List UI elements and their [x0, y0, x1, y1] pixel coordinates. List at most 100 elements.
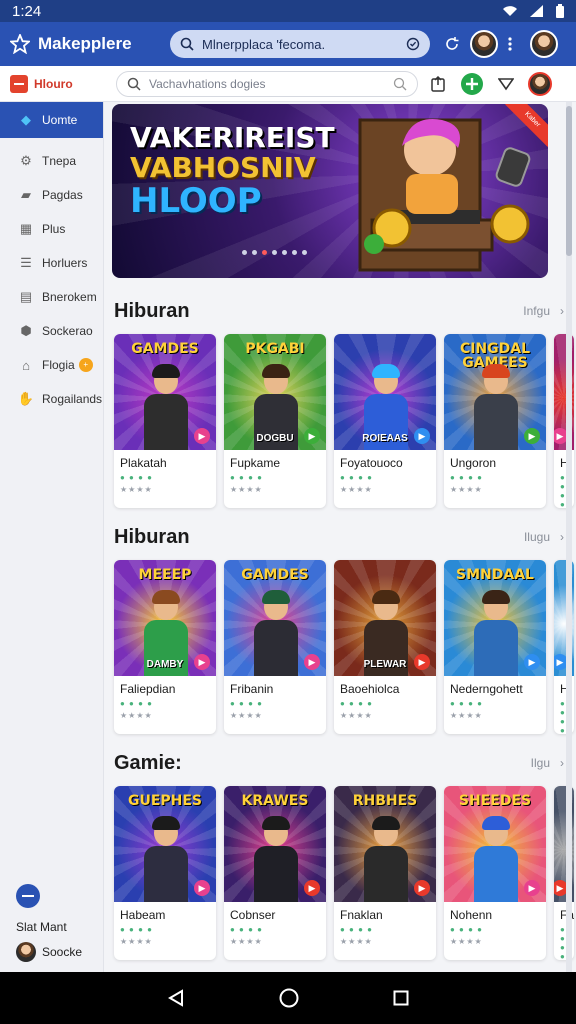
rating-stars: ★★★★: [120, 711, 153, 720]
collapse-button[interactable]: [16, 884, 40, 908]
game-thumbnail: CINGDAL GAMEES ▶: [444, 334, 546, 450]
document-icon: ▤: [19, 289, 33, 304]
sidebar-item-label: Sockerao: [42, 324, 93, 338]
character-illustration: [474, 364, 518, 450]
see-more-link[interactable]: Infgu ›: [523, 304, 564, 318]
back-icon[interactable]: [167, 989, 185, 1007]
play-badge-icon[interactable]: ▶: [414, 654, 430, 670]
sidebar-item-settings[interactable]: ⚙ Tnepa: [0, 144, 103, 178]
game-title: Baoehiolca: [340, 682, 400, 696]
hero-banner[interactable]: VAKERIREIST VABHOSNIV HLOOP Kaber: [112, 104, 548, 278]
play-badge-icon[interactable]: ▶: [524, 880, 540, 896]
rating-stars: ★★★★: [120, 937, 153, 946]
game-thumbnail: GAMDES ▶: [114, 334, 216, 450]
game-title: Foyatouoco: [340, 456, 403, 470]
game-card[interactable]: SHEEDES ▶ Nohenn ● ● ● ● ★★★★: [444, 786, 546, 960]
rating-stars: ★★★★: [120, 485, 153, 494]
game-card[interactable]: PLEWAR ▶ Baoehiolca ● ● ● ● ★★★★: [334, 560, 436, 734]
home-icon: ⌂: [22, 357, 30, 373]
thumbnail-title: GAMDES: [131, 341, 199, 357]
sidebar-item-rogailands[interactable]: ✋ Rogailands: [0, 382, 103, 416]
play-badge-icon[interactable]: ▶: [414, 880, 430, 896]
section-title: Gamie:: [114, 751, 182, 774]
see-more-link[interactable]: Ilugu ›: [524, 530, 564, 544]
sidebar-item-security[interactable]: ⬢ Sockerao: [0, 314, 103, 348]
game-title: Fupkame: [230, 456, 281, 470]
sidebar-item-label: Flogia: [42, 358, 75, 372]
sidebar-item-label: Plus: [42, 222, 66, 236]
see-more-link[interactable]: Ilgu ›: [531, 756, 564, 770]
game-card[interactable]: CINGDAL GAMEES ▶ Ungoron ● ● ● ● ★★★★: [444, 334, 546, 508]
game-thumbnail: PKGABI DOGBU ▶: [224, 334, 326, 450]
profile-avatar[interactable]: [470, 30, 498, 58]
game-card[interactable]: GAMDES ▶ Fribanin ● ● ● ● ★★★★: [224, 560, 326, 734]
play-badge-icon[interactable]: ▶: [414, 428, 430, 444]
scrollbar-thumb[interactable]: [566, 106, 572, 256]
user-avatar[interactable]: [528, 71, 552, 96]
carousel-dot[interactable]: [292, 250, 297, 255]
sidebar-item-flogia[interactable]: ⌂ Flogia +: [0, 348, 103, 382]
play-badge-icon[interactable]: ▶: [194, 428, 210, 444]
game-card[interactable]: PKGABI DOGBU ▶ Fupkame ● ● ● ● ★★★★: [224, 334, 326, 508]
more-vertical-icon[interactable]: [508, 37, 512, 51]
game-title: Nederngohett: [450, 682, 523, 696]
carousel-dot[interactable]: [272, 250, 277, 255]
refresh-icon[interactable]: [444, 36, 460, 52]
sidebar-item-home[interactable]: ◆ Uomte: [0, 102, 103, 138]
star-logo-icon: [10, 34, 30, 54]
sidebar-item-bookmarks[interactable]: ▤ Bnerokem: [0, 280, 103, 314]
brand[interactable]: Makepplere: [10, 34, 170, 54]
hero-title: VAKERIREIST VABHOSNIV HLOOP: [130, 124, 335, 219]
recents-icon[interactable]: [393, 990, 409, 1006]
content-section: Hiburan Ilugu › MEEEP DAMBY ▶ Faliepdian…: [114, 524, 574, 734]
game-card[interactable]: RHBHES ▶ Fnaklan ● ● ● ● ★★★★: [334, 786, 436, 960]
play-badge-icon[interactable]: ▶: [194, 880, 210, 896]
sidebar-user[interactable]: Soocke: [0, 942, 104, 962]
gear-icon: ⚙: [20, 153, 32, 168]
sidebar-item-folders[interactable]: ▰ Pagdas: [0, 178, 103, 212]
verified-icon[interactable]: [406, 37, 420, 51]
game-title: Ungoron: [450, 456, 497, 470]
sidebar-item-plus[interactable]: ▦ Plus: [0, 212, 103, 246]
search-input[interactable]: Vachavhations dogies: [116, 70, 418, 97]
thumbnail-title: RHBHES: [352, 793, 418, 809]
home-circle-icon[interactable]: [279, 988, 299, 1008]
carousel-dot[interactable]: [302, 250, 307, 255]
game-card[interactable]: KRAWES ▶ Cobnser ● ● ● ● ★★★★: [224, 786, 326, 960]
notification-badge: +: [78, 358, 93, 372]
carousel-dot[interactable]: [242, 250, 247, 255]
add-circle-icon[interactable]: [460, 72, 484, 96]
upload-icon[interactable]: [430, 75, 446, 92]
filter-icon[interactable]: [498, 77, 514, 91]
menu-button[interactable]: Hlouro: [10, 74, 110, 93]
carousel-dot[interactable]: [262, 250, 267, 255]
carousel-dots[interactable]: [242, 250, 307, 255]
game-card[interactable]: MEEEP DAMBY ▶ Faliepdian ● ● ● ● ★★★★: [114, 560, 216, 734]
rating-stars: ★★★★: [450, 711, 483, 720]
play-badge-icon[interactable]: ▶: [304, 428, 320, 444]
game-meta-dots: ● ● ● ●: [120, 473, 153, 482]
game-card[interactable]: GUEPHES ▶ Habeam ● ● ● ● ★★★★: [114, 786, 216, 960]
search-submit-icon[interactable]: [393, 77, 407, 91]
account-avatar[interactable]: [530, 30, 558, 58]
carousel-dot[interactable]: [252, 250, 257, 255]
play-badge-icon[interactable]: ▶: [304, 654, 320, 670]
game-thumbnail: PLEWAR ▶: [334, 560, 436, 676]
sidebar-item-hollers[interactable]: ☰ Horluers: [0, 246, 103, 280]
carousel-dot[interactable]: [282, 250, 287, 255]
character-illustration: [474, 590, 518, 676]
game-title: Cobnser: [230, 908, 276, 922]
play-badge-icon[interactable]: ▶: [524, 654, 540, 670]
game-card[interactable]: SMNDAAL ▶ Nederngohett ● ● ● ● ★★★★: [444, 560, 546, 734]
play-badge-icon[interactable]: ▶: [524, 428, 540, 444]
rating-stars: ★★★★: [340, 711, 373, 720]
character-illustration: [254, 816, 298, 902]
game-thumbnail: SHEEDES ▶: [444, 786, 546, 902]
url-bar[interactable]: Mlnerpplaca 'fecoma.: [170, 30, 430, 58]
game-card[interactable]: GAMDES ▶ Plakatah ● ● ● ● ★★★★: [114, 334, 216, 508]
play-badge-icon[interactable]: ▶: [194, 654, 210, 670]
play-badge-icon[interactable]: ▶: [304, 880, 320, 896]
game-thumbnail: RHBHES ▶: [334, 786, 436, 902]
game-card[interactable]: ROIEAAS ▶ Foyatouoco ● ● ● ● ★★★★: [334, 334, 436, 508]
see-more-label: Ilgu: [530, 756, 550, 770]
